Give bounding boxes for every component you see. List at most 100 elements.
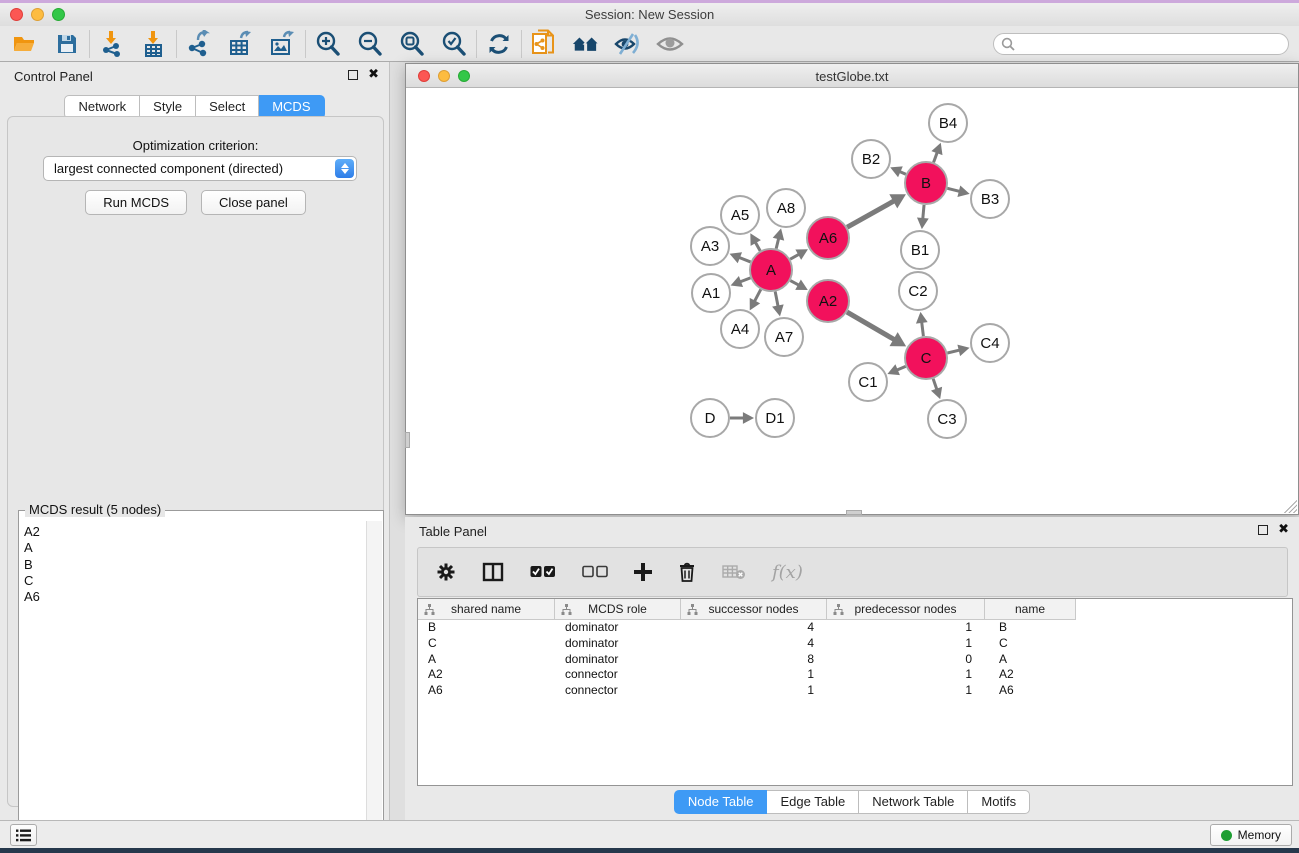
select-all-columns-icon[interactable] (530, 565, 556, 579)
column-header-successor-nodes[interactable]: successor nodes (681, 599, 827, 620)
toolbar-separator (521, 30, 522, 58)
toolbar-separator (305, 30, 306, 58)
column-header-predecessor-nodes[interactable]: predecessor nodes (827, 599, 985, 620)
unselect-all-columns-icon[interactable] (582, 565, 608, 579)
graph-node-label: B (921, 175, 931, 192)
create-column-icon[interactable] (634, 563, 652, 581)
float-panel-icon[interactable] (348, 70, 358, 80)
graph-edge-B-B2[interactable] (900, 171, 906, 174)
window-grip-left[interactable] (405, 432, 410, 448)
column-header-name[interactable]: name (985, 599, 1076, 620)
float-table-panel-icon[interactable] (1258, 525, 1268, 535)
table-cell: dominator (555, 652, 681, 668)
save-session-icon[interactable] (52, 29, 82, 59)
network-canvas[interactable]: AA1A2A3A4A5A6A7A8BB1B2B3B4CC1C2C3C4DD1 (406, 88, 1298, 514)
graph-edge-B-B3[interactable] (947, 188, 959, 191)
graph-edge-arrowhead (743, 412, 754, 424)
graph-node-label: C3 (937, 411, 956, 428)
network-window-titlebar: testGlobe.txt (406, 64, 1298, 88)
zoom-selected-icon[interactable] (439, 29, 469, 59)
table-tab-motifs[interactable]: Motifs (968, 790, 1030, 814)
close-panel-button[interactable]: Close panel (201, 190, 306, 215)
table-panel: Table Panel ✖ (405, 517, 1299, 820)
mcds-result-scrollbar[interactable] (366, 521, 382, 851)
graph-edge-arrowhead (957, 185, 969, 196)
graph-node-label: A4 (731, 321, 749, 338)
graph-edge-A2-C[interactable] (847, 312, 894, 340)
table-cell: C (418, 636, 555, 652)
mcds-result-item[interactable]: A2 (24, 524, 365, 540)
table-row[interactable]: Adominator80A (418, 652, 1292, 668)
close-table-panel-icon[interactable]: ✖ (1278, 525, 1289, 535)
export-table-icon[interactable] (226, 29, 256, 59)
session-title: Session: New Session (0, 7, 1299, 22)
import-network-icon[interactable] (97, 29, 127, 59)
table-cell: 4 (681, 620, 827, 636)
graph-edge-A-A2[interactable] (790, 281, 799, 286)
show-column-icon[interactable] (482, 562, 504, 582)
control-panel-title: Control Panel (14, 69, 93, 84)
mcds-result-item[interactable]: A (24, 540, 365, 556)
graph-edge-A-A4[interactable] (754, 289, 760, 301)
table-tab-edge-table[interactable]: Edge Table (767, 790, 859, 814)
graph-edge-C-C2[interactable] (922, 322, 924, 336)
table-row[interactable]: A2connector11A2 (418, 667, 1292, 683)
graph-edge-C-C4[interactable] (947, 350, 959, 353)
network-window-title: testGlobe.txt (406, 69, 1298, 84)
show-all-icon[interactable] (655, 29, 685, 59)
delete-column-icon[interactable] (678, 562, 696, 582)
graph-edge-C-C3[interactable] (933, 379, 937, 390)
mcds-result-item[interactable]: B (24, 557, 365, 573)
window-grip-bottom[interactable] (846, 510, 862, 515)
table-row[interactable]: A6connector11A6 (418, 683, 1292, 699)
export-network-icon[interactable] (184, 29, 214, 59)
graph-edge-A-A5[interactable] (755, 242, 760, 251)
close-panel-icon[interactable]: ✖ (368, 70, 379, 80)
table-options-icon[interactable] (436, 562, 456, 582)
memory-button[interactable]: Memory (1210, 824, 1292, 846)
hide-selected-icon[interactable] (613, 29, 643, 59)
table-row[interactable]: Cdominator41C (418, 636, 1292, 652)
table-row[interactable]: Bdominator41B (418, 620, 1292, 636)
table-tab-network-table[interactable]: Network Table (859, 790, 968, 814)
graph-node-label: A2 (819, 293, 837, 310)
search-input[interactable] (993, 33, 1289, 55)
zoom-fit-icon[interactable] (397, 29, 427, 59)
table-tab-node-table[interactable]: Node Table (674, 790, 768, 814)
column-header-shared-name[interactable]: shared name (418, 599, 555, 620)
table-cell: connector (555, 667, 681, 683)
mcds-result-item[interactable]: C (24, 573, 365, 589)
graph-edge-A-A7[interactable] (775, 292, 778, 307)
graph-edge-A6-B[interactable] (847, 201, 894, 227)
task-history-button[interactable] (10, 824, 37, 846)
apply-layout-icon[interactable] (484, 29, 514, 59)
graph-edge-B-B1[interactable] (923, 205, 924, 219)
first-neighbors-icon[interactable] (571, 29, 601, 59)
graph-edge-B-B4[interactable] (934, 152, 938, 162)
zoom-out-icon[interactable] (355, 29, 385, 59)
graph-edge-A-A1[interactable] (740, 278, 750, 282)
import-table-icon[interactable] (139, 29, 169, 59)
column-type-icon (561, 604, 572, 615)
graph-edge-A-A6[interactable] (790, 254, 799, 259)
zoom-in-icon[interactable] (313, 29, 343, 59)
window-resize-handle[interactable] (1284, 500, 1297, 513)
table-cell: 8 (681, 652, 827, 668)
column-header-MCDS-role[interactable]: MCDS role (555, 599, 681, 620)
graph-node-label: D (705, 410, 716, 427)
export-image-icon[interactable] (268, 29, 298, 59)
status-bar: Memory (0, 820, 1299, 848)
graph-edge-A-A8[interactable] (776, 238, 779, 248)
optimization-dropdown[interactable]: largest connected component (directed) (43, 156, 357, 181)
clone-network-icon[interactable] (529, 29, 559, 59)
graph-edge-A-A3[interactable] (739, 257, 751, 262)
graph-node-label: A5 (731, 207, 749, 224)
open-file-icon[interactable] (10, 29, 40, 59)
title-bar: Session: New Session (0, 3, 1299, 26)
column-header-label: predecessor nodes (854, 602, 956, 616)
table-cell: A2 (418, 667, 555, 683)
search-icon (1001, 37, 1015, 51)
run-mcds-button[interactable]: Run MCDS (85, 190, 187, 215)
mcds-result-item[interactable]: A6 (24, 589, 365, 605)
graph-edge-C-C1[interactable] (897, 366, 906, 370)
